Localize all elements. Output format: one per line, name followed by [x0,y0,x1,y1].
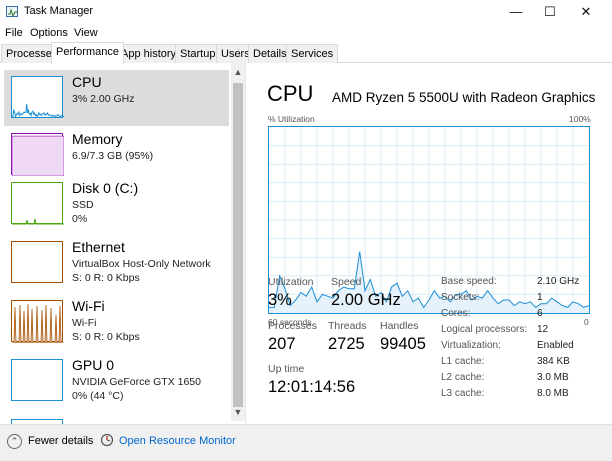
menu-bar: File Options View [0,24,612,42]
utilization-value: 3% [268,291,292,309]
scroll-up-arrow[interactable]: ▲ [231,65,245,79]
close-button[interactable]: ✕ [566,0,606,24]
sidebar-item-memory[interactable]: Memory 6.9/7.3 GB (95%) [4,127,229,183]
page-title: CPU [267,81,314,106]
spec-l1-cache-key: L1 cache: [441,356,485,367]
resource-monitor-icon [100,433,114,447]
scroll-down-arrow[interactable]: ▼ [231,405,245,419]
wifi-thumbnail-graph [11,300,64,343]
performance-sidebar: CPU 3% 2.00 GHz Memory 6.9/7.3 GB (95%) … [0,63,246,424]
fewer-details-link[interactable]: Fewer details [28,435,93,447]
utilization-label: Utilization [268,276,314,288]
sidebar-gpu-model: NVIDIA GeForce GTX 1650 [72,376,201,388]
cpu-detail-panel: CPU AMD Ryzen 5 5500U with Radeon Graphi… [247,63,612,424]
spec-base-speed-key: Base speed: [441,276,497,287]
sidebar-wifi-adapter: Wi-Fi [72,317,97,329]
sidebar-item-ethernet[interactable]: Ethernet VirtualBox Host-Only Network S:… [4,235,229,291]
spec-virtualization-key: Virtualization: [441,340,501,351]
processes-value: 207 [268,335,296,353]
disk-thumbnail-graph [11,182,64,225]
spec-base-speed-value: 2.10 GHz [537,276,580,287]
menu-view[interactable]: View [74,27,98,39]
cpu-model-name: AMD Ryzen 5 5500U with Radeon Graphics [332,90,596,105]
spec-l1-cache-value: 384 KB [537,356,570,367]
sidebar-ethernet-throughput: S: 0 R: 0 Kbps [72,272,140,284]
sidebar-item-wifi[interactable]: Wi-Fi Wi-Fi S: 0 R: 0 Kbps [4,294,229,350]
sidebar-item-cpu[interactable]: CPU 3% 2.00 GHz [4,70,229,126]
sidebar-disk-usage: 0% [72,213,88,225]
gpu-thumbnail-graph [11,359,63,401]
sidebar-item-disk[interactable]: Disk 0 (C:) SSD 0% [4,176,229,232]
sidebar-scrollbar[interactable]: ▲ ▼ [231,63,245,421]
threads-label: Threads [328,320,367,332]
threads-value: 2725 [328,335,365,353]
spec-cores-value: 6 [537,308,543,319]
sidebar-gpu-title: GPU 0 [72,357,115,373]
title-bar: Task Manager — ☐ ✕ [0,0,612,24]
spec-virtualization-value: Enabled [537,340,574,351]
sidebar-disk-type: SSD [72,199,94,211]
handles-label: Handles [380,320,419,332]
sidebar-disk-title: Disk 0 (C:) [72,180,139,196]
sidebar-ethernet-adapter: VirtualBox Host-Only Network [72,258,211,270]
chevron-up-icon[interactable]: ⌃ [7,434,22,449]
ethernet-thumbnail-graph [11,241,63,283]
footer-bar: ⌃ Fewer details Open Resource Monitor [0,424,612,461]
spec-logical-processors-value: 12 [537,324,549,335]
sidebar-cpu-title: CPU [72,74,102,90]
sidebar-item-next[interactable] [4,413,229,424]
tab-app-history[interactable]: App history [116,44,182,63]
maximize-button[interactable]: ☐ [530,0,570,24]
tab-services[interactable]: Services [286,44,339,63]
graph-y-label: % Utilization [268,114,315,124]
processes-label: Processes [268,320,318,332]
window-title: Task Manager [24,5,94,17]
sidebar-wifi-throughput: S: 0 R: 0 Kbps [72,331,140,343]
sidebar-cpu-usage: 3% 2.00 GHz [72,93,135,105]
tab-bar: Processes Performance App history Startu… [0,42,612,64]
sidebar-memory-usage: 6.9/7.3 GB (95%) [72,150,154,162]
task-manager-icon [6,6,18,18]
spec-cores-key: Cores: [441,308,471,319]
menu-file[interactable]: File [5,27,23,39]
memory-thumbnail-graph [11,133,64,176]
spec-logical-processors-key: Logical processors: [441,324,528,335]
spec-l2-cache-value: 3.0 MB [537,372,569,383]
spec-l3-cache-key: L3 cache: [441,388,485,399]
spec-l3-cache-value: 8.0 MB [537,388,569,399]
handles-value: 99405 [380,335,426,353]
graph-y-max-label: 100% [569,114,591,124]
sidebar-ethernet-title: Ethernet [72,239,125,255]
sidebar-memory-title: Memory [72,131,123,147]
speed-value: 2.00 GHz [331,291,401,309]
open-resource-monitor-link[interactable]: Open Resource Monitor [119,435,236,447]
uptime-label: Up time [268,363,305,375]
sidebar-wifi-title: Wi-Fi [72,298,105,314]
sidebar-item-gpu[interactable]: GPU 0 NVIDIA GeForce GTX 1650 0% (44 °C) [4,353,229,409]
menu-options[interactable]: Options [30,27,68,39]
tab-startup[interactable]: Startup [175,44,221,63]
uptime-value: 12:01:14:56 [268,378,356,396]
tab-performance[interactable]: Performance [51,42,124,64]
cpu-thumbnail-graph [11,76,64,118]
speed-label: Speed [331,276,362,288]
spec-sockets-value: 1 [537,292,543,303]
scrollbar-thumb[interactable] [233,83,243,407]
graph-x-min-label: 0 [584,317,589,327]
sidebar-gpu-usage: 0% (44 °C) [72,390,124,402]
spec-l2-cache-key: L2 cache: [441,372,485,383]
spec-sockets-key: Sockets: [441,292,480,303]
